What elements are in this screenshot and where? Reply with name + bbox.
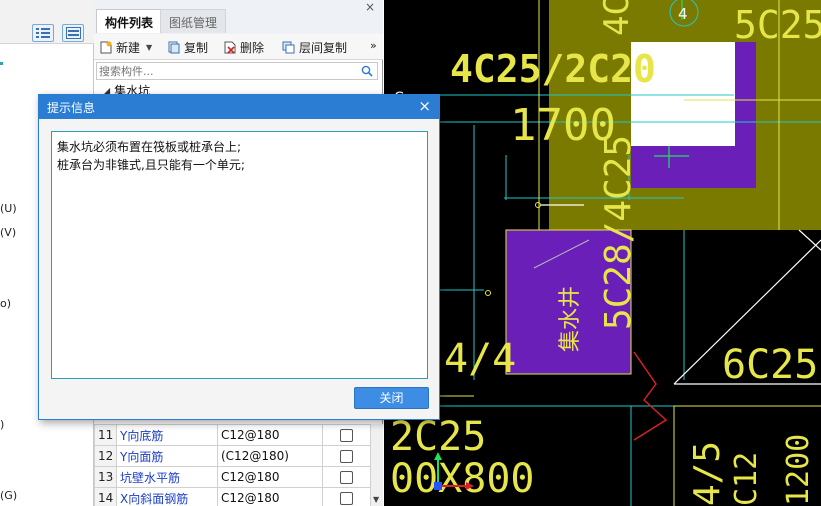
- row-number: 12: [94, 445, 117, 467]
- ratio-label-b: 4/5: [687, 441, 728, 506]
- search-input[interactable]: [99, 64, 354, 79]
- tree-marker: [0, 62, 3, 65]
- new-label: 新建: [116, 41, 141, 55]
- table-row[interactable]: 14 X向斜面钢筋 C12@180: [94, 487, 371, 506]
- rebar-label-b: 5C25: [734, 3, 821, 47]
- right-label-b: 1200: [781, 434, 816, 506]
- message-line: 桩承台为非锥式,且只能有一个单元;: [57, 158, 245, 172]
- cad-canvas[interactable]: 4C25/2C20 5C25 1700 4/4 6C25 3 2C25 00X8…: [384, 0, 821, 506]
- dialog-message-box[interactable]: 集水坑必须布置在筏板或桩承台上; 桩承台为非锥式,且只能有一个单元;: [51, 131, 428, 379]
- property-name[interactable]: X向斜面钢筋: [116, 487, 218, 506]
- copy-icon: [168, 41, 180, 54]
- search-box: [96, 62, 378, 80]
- left-label-o: o): [0, 297, 12, 310]
- rebar-label-d: 6C25 3: [722, 342, 821, 388]
- message-line: 集水坑必须布置在筏板或桩承台上;: [57, 140, 242, 154]
- attach-checkbox[interactable]: [340, 429, 353, 442]
- scroll-down-icon[interactable]: ▼: [373, 495, 379, 504]
- node-marker: [535, 202, 541, 208]
- delete-label: 删除: [240, 41, 265, 55]
- new-dropdown-icon[interactable]: ▼: [146, 43, 152, 52]
- row-number: 13: [94, 466, 117, 488]
- left-label-paren: ): [0, 418, 5, 431]
- dialog-close-icon[interactable]: ×: [418, 97, 431, 115]
- table-scrollbar[interactable]: ▼: [371, 424, 383, 506]
- pit-label: 集水井: [558, 286, 583, 352]
- search-icon[interactable]: [361, 65, 373, 77]
- list-view-button[interactable]: [32, 24, 54, 42]
- node-marker: [485, 290, 491, 296]
- property-name[interactable]: Y向面筋: [116, 445, 218, 467]
- rebar-label-a: 4C25/2C20: [450, 47, 656, 91]
- copy-label: 复制: [184, 41, 209, 55]
- tab-bar: 构件列表 图纸管理 ×: [94, 0, 383, 34]
- table-row[interactable]: 12 Y向面筋 (C12@180): [94, 445, 371, 467]
- floor-copy-button[interactable]: 层间复制: [282, 39, 347, 56]
- info-dialog: 提示信息 × 集水坑必须布置在筏板或桩承台上; 桩承台为非锥式,且只能有一个单元…: [38, 94, 440, 420]
- property-name[interactable]: Y向底筋: [116, 424, 218, 446]
- left-toolbar: [0, 0, 94, 44]
- rebar-label-c: 5C28/4C25: [598, 135, 639, 330]
- tab-drawing-management[interactable]: 图纸管理: [160, 9, 227, 33]
- new-doc-icon: [100, 41, 112, 54]
- property-value[interactable]: C12@180: [217, 424, 323, 446]
- delete-icon: [224, 41, 236, 54]
- property-table: 11 Y向底筋 C12@180 12 Y向面筋 (C12@180) 13 坑壁水…: [94, 424, 371, 506]
- ratio-label-a: 4/4: [444, 336, 516, 382]
- row-number: 14: [94, 487, 117, 506]
- property-value[interactable]: C12@180: [217, 487, 323, 506]
- close-button[interactable]: 关闭: [354, 387, 429, 409]
- left-label-g: (G): [0, 489, 18, 502]
- attach-checkbox[interactable]: [340, 471, 353, 484]
- grid-label-4: 4: [678, 5, 688, 23]
- dialog-title: 提示信息: [47, 101, 96, 115]
- more-actions-icon[interactable]: »: [370, 39, 377, 52]
- attach-checkbox[interactable]: [340, 492, 353, 505]
- dialog-titlebar[interactable]: 提示信息 ×: [39, 95, 439, 119]
- copy-button[interactable]: 复制: [168, 39, 208, 56]
- dim-label-b: 00X800: [390, 456, 535, 502]
- top-fragment-label: 4C: [597, 0, 637, 36]
- property-value[interactable]: (C12@180): [217, 445, 323, 467]
- new-button[interactable]: 新建 ▼: [100, 39, 152, 56]
- left-label-u: (U): [0, 202, 17, 215]
- attach-checkbox[interactable]: [340, 450, 353, 463]
- property-name[interactable]: 坑壁水平筋: [116, 466, 218, 488]
- cad-drawing[interactable]: 4C25/2C20 5C25 1700 4/4 6C25 3 2C25 00X8…: [384, 0, 821, 506]
- action-toolbar: 新建 ▼ 复制 删除 层间复制 »: [94, 34, 383, 60]
- right-label-a: C12: [729, 452, 764, 506]
- break-line: [633, 351, 668, 441]
- keyboard-icon: [66, 27, 81, 39]
- floor-copy-icon: [282, 41, 295, 54]
- tab-component-list[interactable]: 构件列表: [96, 9, 163, 33]
- panel-close-icon[interactable]: ×: [365, 0, 375, 14]
- table-row[interactable]: 11 Y向底筋 C12@180: [94, 424, 371, 446]
- table-row[interactable]: 13 坑壁水平筋 C12@180: [94, 466, 371, 488]
- left-label-v: (V): [0, 226, 17, 239]
- floor-copy-label: 层间复制: [299, 41, 348, 55]
- property-value[interactable]: C12@180: [217, 466, 323, 488]
- list-icon: [36, 28, 50, 38]
- row-number: 11: [94, 424, 117, 446]
- delete-button[interactable]: 删除: [224, 39, 264, 56]
- detail-view-button[interactable]: [62, 24, 84, 42]
